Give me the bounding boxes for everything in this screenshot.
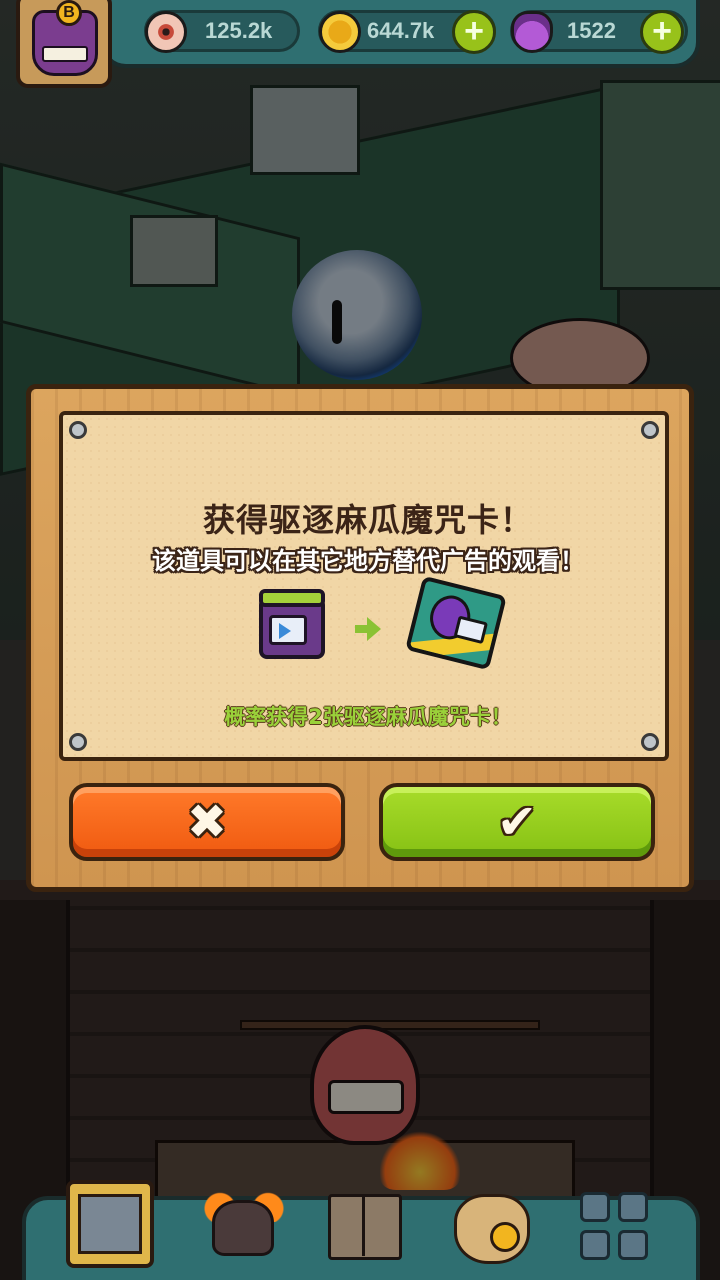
shop-building-icon bbox=[78, 1194, 142, 1254]
avatar-teeth bbox=[42, 46, 88, 62]
grid-menu-icon bbox=[580, 1230, 610, 1260]
eyeball-amount: 125.2k bbox=[205, 18, 273, 43]
dialog-title: 获得驱逐麻瓜魔咒卡！ bbox=[202, 501, 533, 539]
tv-top bbox=[259, 589, 325, 607]
coin-icon bbox=[490, 1222, 520, 1252]
grid-menu-icon bbox=[618, 1192, 648, 1222]
add-potions-button[interactable]: + bbox=[640, 10, 684, 54]
close-icon: ✖ bbox=[186, 794, 228, 850]
rank-badge: B bbox=[56, 0, 82, 26]
checkmark-icon: ✔ bbox=[496, 794, 538, 850]
dialog-note: 概率获得2张驱逐麻瓜魔咒卡！ bbox=[224, 705, 512, 729]
bolt-icon bbox=[641, 733, 659, 751]
dialog-parchment: 获得驱逐麻瓜魔咒卡！ 该道具可以在其它地方替代广告的观看！ 概率获得2张驱逐麻瓜… bbox=[59, 411, 669, 761]
eyeball-icon bbox=[145, 11, 187, 53]
nav-monster-button[interactable] bbox=[200, 1178, 290, 1268]
book-icon bbox=[328, 1194, 402, 1260]
grid-menu-icon bbox=[580, 1192, 610, 1222]
nav-money-bag-button[interactable] bbox=[446, 1178, 536, 1268]
coin-icon bbox=[319, 11, 361, 53]
arrow-head bbox=[367, 617, 381, 641]
book-spine bbox=[362, 1196, 365, 1256]
confirm-button[interactable]: ✔ bbox=[379, 783, 655, 861]
play-icon bbox=[279, 623, 291, 639]
bolt-icon bbox=[641, 421, 659, 439]
dialog-subtitle: 该道具可以在其它地方替代广告的观看！ bbox=[152, 547, 584, 575]
eyeball-counter: 125.2k bbox=[144, 10, 300, 53]
nav-menu-button[interactable] bbox=[574, 1178, 664, 1268]
spell-card-dialog: 获得驱逐麻瓜魔咒卡！ 该道具可以在其它地方替代广告的观看！ 概率获得2张驱逐麻瓜… bbox=[26, 384, 694, 892]
bolt-icon bbox=[69, 733, 87, 751]
avatar[interactable]: B bbox=[16, 0, 112, 88]
spell-card-icon bbox=[405, 575, 507, 671]
add-coins-button[interactable]: + bbox=[452, 10, 496, 54]
nav-book-button[interactable] bbox=[322, 1178, 412, 1268]
potion-amount: 1522 bbox=[567, 18, 616, 43]
resource-bar: B 125.2k 644.7k + 1522 + bbox=[0, 0, 720, 88]
coin-amount: 644.7k bbox=[367, 18, 435, 43]
cancel-button[interactable]: ✖ bbox=[69, 783, 345, 861]
arrow-right-icon bbox=[355, 617, 381, 641]
ad-tv-icon bbox=[259, 589, 325, 659]
potion-icon bbox=[511, 11, 553, 53]
bolt-icon bbox=[69, 421, 87, 439]
nav-shop-button[interactable] bbox=[66, 1180, 154, 1268]
grid-menu-icon bbox=[618, 1230, 648, 1260]
monster-icon bbox=[212, 1200, 274, 1256]
